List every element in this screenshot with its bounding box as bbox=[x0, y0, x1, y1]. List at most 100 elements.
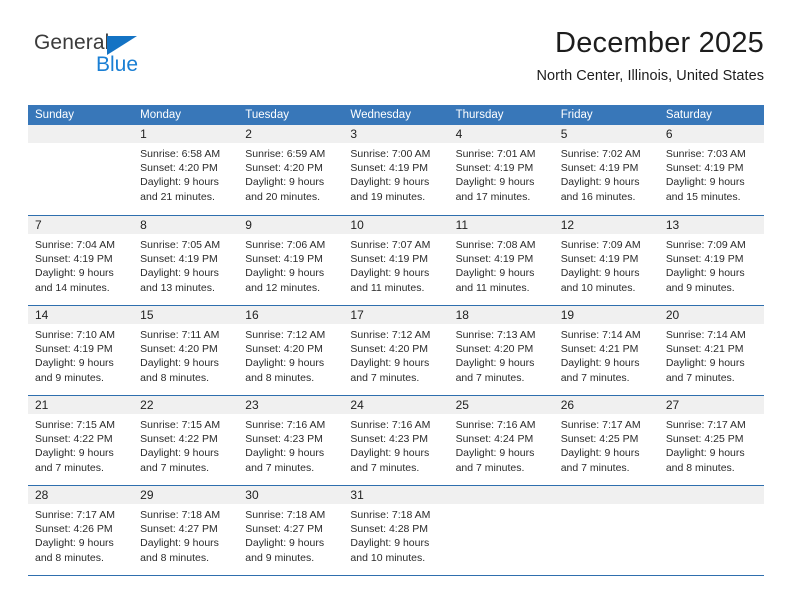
weekday-header-tuesday: Tuesday bbox=[245, 109, 289, 121]
daylight-text-line1: Daylight: 9 hours bbox=[35, 447, 114, 460]
daylight-text-line1: Daylight: 9 hours bbox=[350, 447, 430, 460]
day-number: 28 bbox=[28, 486, 134, 504]
sunrise-text: Sunrise: 7:10 AM bbox=[35, 329, 115, 341]
sunrise-text: Sunrise: 7:11 AM bbox=[140, 329, 220, 341]
calendar-day-cell[interactable]: 9 Sunrise: 7:06 AM Sunset: 4:19 PM Daylight… bbox=[238, 216, 344, 305]
daylight-text-line1: Daylight: 9 hours bbox=[560, 447, 640, 460]
page-subtitle: North Center, Illinois, United States bbox=[536, 68, 764, 84]
daylight-text-line1: Daylight: 9 hours bbox=[245, 176, 325, 189]
calendar-day-cell[interactable]: 18 Sunrise: 7:13 AM Sunset: 4:20 PM Dayligh… bbox=[448, 306, 554, 395]
calendar-day-cell[interactable]: 14 Sunrise: 7:10 AM Sunset: 4:19 PM Dayligh… bbox=[28, 306, 134, 395]
day-sun-info: Sunrise: 7:15 AM Sunset: 4:22 PM Daylight:… bbox=[133, 414, 238, 475]
calendar-day-cell[interactable]: 4 Sunrise: 7:01 AM Sunset: 4:19 PM Daylight… bbox=[448, 125, 554, 215]
sunset-text: Sunset: 4:19 PM bbox=[455, 253, 534, 266]
calendar-day-cell[interactable]: 26 Sunrise: 7:17 AM Sunset: 4:25 PM Dayligh… bbox=[553, 396, 659, 485]
day-sun-info: Sunrise: 7:16 AM Sunset: 4:23 PM Daylight:… bbox=[238, 414, 343, 475]
sunset-text: Sunset: 4:25 PM bbox=[665, 433, 744, 446]
calendar-day-cell[interactable]: 31 Sunrise: 7:18 AM Sunset: 4:28 PM Dayligh… bbox=[343, 486, 449, 575]
calendar-day-cell[interactable]: 12 Sunrise: 7:09 AM Sunset: 4:19 PM Dayligh… bbox=[553, 216, 659, 305]
calendar-day-cell[interactable]: 27 Sunrise: 7:17 AM Sunset: 4:25 PM Dayligh… bbox=[658, 396, 764, 485]
calendar-day-cell[interactable]: 17 Sunrise: 7:12 AM Sunset: 4:20 PM Dayligh… bbox=[343, 306, 449, 395]
daylight-text-line2: and 11 minutes. bbox=[350, 281, 425, 294]
daylight-text-line2: and 14 minutes. bbox=[35, 281, 110, 294]
sunset-text: Sunset: 4:19 PM bbox=[35, 343, 113, 356]
calendar-day-cell[interactable]: 29 Sunrise: 7:18 AM Sunset: 4:27 PM Dayligh… bbox=[133, 486, 239, 575]
day-number: 29 bbox=[133, 486, 239, 504]
sunrise-text: Sunrise: 7:16 AM bbox=[245, 419, 326, 431]
daylight-text-line2: and 20 minutes. bbox=[245, 190, 320, 203]
daylight-text-line1: Daylight: 9 hours bbox=[245, 267, 325, 280]
sunrise-text: Sunrise: 6:58 AM bbox=[140, 148, 221, 160]
daylight-text-line2: and 7 minutes. bbox=[350, 371, 420, 384]
calendar-day-cell[interactable]: 22 Sunrise: 7:15 AM Sunset: 4:22 PM Dayligh… bbox=[133, 396, 239, 485]
day-number: 3 bbox=[343, 125, 449, 143]
daylight-text-line2: and 7 minutes. bbox=[140, 461, 210, 474]
daylight-text-line2: and 10 minutes. bbox=[560, 281, 636, 294]
calendar-day-cell[interactable]: 23 Sunrise: 7:16 AM Sunset: 4:23 PM Dayligh… bbox=[238, 396, 344, 485]
calendar-week-row: 7 Sunrise: 7:04 AM Sunset: 4:19 PM Daylight… bbox=[28, 215, 764, 305]
sunset-text: Sunset: 4:20 PM bbox=[350, 343, 429, 356]
sunrise-text: Sunrise: 7:01 AM bbox=[455, 148, 536, 160]
sunset-text: Sunset: 4:19 PM bbox=[245, 253, 323, 266]
calendar-day-cell[interactable]: 19 Sunrise: 7:14 AM Sunset: 4:21 PM Dayligh… bbox=[553, 306, 659, 395]
sunset-text: Sunset: 4:25 PM bbox=[560, 433, 639, 446]
sunrise-text: Sunrise: 7:02 AM bbox=[560, 148, 641, 160]
day-number bbox=[658, 486, 764, 504]
calendar-day-cell[interactable]: 13 Sunrise: 7:09 AM Sunset: 4:19 PM Dayligh… bbox=[658, 216, 764, 305]
sunrise-text: Sunrise: 7:15 AM bbox=[35, 419, 115, 431]
calendar-day-cell[interactable]: 20 Sunrise: 7:14 AM Sunset: 4:21 PM Dayligh… bbox=[658, 306, 764, 395]
sunrise-text: Sunrise: 7:13 AM bbox=[455, 329, 536, 341]
sunset-text: Sunset: 4:20 PM bbox=[455, 343, 534, 356]
day-number: 18 bbox=[448, 306, 554, 324]
sunrise-text: Sunrise: 7:09 AM bbox=[560, 239, 641, 251]
calendar-day-cell[interactable]: 25 Sunrise: 7:16 AM Sunset: 4:24 PM Dayligh… bbox=[448, 396, 554, 485]
sunrise-text: Sunrise: 7:16 AM bbox=[455, 419, 536, 431]
calendar-day-cell[interactable]: 5 Sunrise: 7:02 AM Sunset: 4:19 PM Daylight… bbox=[553, 125, 659, 215]
sunset-text: Sunset: 4:22 PM bbox=[140, 433, 218, 446]
sunrise-text: Sunrise: 7:12 AM bbox=[350, 329, 431, 341]
daylight-text-line2: and 8 minutes. bbox=[665, 461, 735, 474]
day-number: 30 bbox=[238, 486, 344, 504]
calendar-day-cell[interactable]: 2 Sunrise: 6:59 AM Sunset: 4:20 PM Daylight… bbox=[238, 125, 344, 215]
calendar-day-cell[interactable]: 10 Sunrise: 7:07 AM Sunset: 4:19 PM Dayligh… bbox=[343, 216, 449, 305]
calendar-day-cell[interactable]: 28 Sunrise: 7:17 AM Sunset: 4:26 PM Dayligh… bbox=[28, 486, 134, 575]
generalblue-logo[interactable]: General Blue bbox=[34, 32, 224, 90]
day-sun-info: Sunrise: 6:59 AM Sunset: 4:20 PM Daylight:… bbox=[238, 143, 343, 204]
calendar-day-cell[interactable]: 8 Sunrise: 7:05 AM Sunset: 4:19 PM Daylight… bbox=[133, 216, 239, 305]
calendar-day-cell[interactable]: 15 Sunrise: 7:11 AM Sunset: 4:20 PM Dayligh… bbox=[133, 306, 239, 395]
daylight-text-line2: and 9 minutes. bbox=[35, 371, 104, 384]
calendar-grid: Sunday Monday Tuesday Wednesday Thursday Frid… bbox=[28, 105, 764, 576]
sunset-text: Sunset: 4:19 PM bbox=[350, 253, 429, 266]
calendar-day-cell[interactable]: 16 Sunrise: 7:12 AM Sunset: 4:20 PM Dayligh… bbox=[238, 306, 344, 395]
calendar-day-cell[interactable]: 30 Sunrise: 7:18 AM Sunset: 4:27 PM Dayligh… bbox=[238, 486, 344, 575]
calendar-day-cell[interactable]: 21 Sunrise: 7:15 AM Sunset: 4:22 PM Dayligh… bbox=[28, 396, 134, 485]
calendar-day-cell[interactable]: 1 Sunrise: 6:58 AM Sunset: 4:20 PM Daylight… bbox=[133, 125, 239, 215]
sunrise-text: Sunrise: 7:06 AM bbox=[245, 239, 326, 251]
calendar-week-row: 1 Sunrise: 6:58 AM Sunset: 4:20 PM Daylight… bbox=[28, 125, 764, 215]
weekday-header-wednesday: Wednesday bbox=[350, 109, 411, 121]
daylight-text-line2: and 8 minutes. bbox=[140, 371, 210, 384]
day-number bbox=[553, 486, 659, 504]
daylight-text-line1: Daylight: 9 hours bbox=[560, 267, 640, 280]
calendar-day-cell[interactable]: 7 Sunrise: 7:04 AM Sunset: 4:19 PM Daylight… bbox=[28, 216, 134, 305]
sunset-text: Sunset: 4:19 PM bbox=[560, 253, 639, 266]
logo-text-blue: Blue bbox=[96, 53, 139, 76]
calendar-day-cell[interactable]: 24 Sunrise: 7:16 AM Sunset: 4:23 PM Dayligh… bbox=[343, 396, 449, 485]
daylight-text-line1: Daylight: 9 hours bbox=[350, 537, 430, 550]
sunset-text: Sunset: 4:20 PM bbox=[245, 343, 323, 356]
day-sun-info: Sunrise: 7:06 AM Sunset: 4:19 PM Daylight:… bbox=[238, 234, 343, 295]
day-sun-info: Sunrise: 7:07 AM Sunset: 4:19 PM Daylight:… bbox=[343, 234, 448, 295]
calendar-day-cell[interactable]: 11 Sunrise: 7:08 AM Sunset: 4:19 PM Dayligh… bbox=[448, 216, 554, 305]
sunrise-text: Sunrise: 7:04 AM bbox=[35, 239, 115, 251]
daylight-text-line1: Daylight: 9 hours bbox=[350, 267, 430, 280]
calendar-day-cell[interactable]: 6 Sunrise: 7:03 AM Sunset: 4:19 PM Daylight… bbox=[658, 125, 764, 215]
calendar-day-cell-empty bbox=[658, 486, 764, 575]
daylight-text-line1: Daylight: 9 hours bbox=[35, 537, 114, 550]
daylight-text-line1: Daylight: 9 hours bbox=[665, 176, 745, 189]
calendar-day-cell[interactable]: 3 Sunrise: 7:00 AM Sunset: 4:19 PM Daylight… bbox=[343, 125, 449, 215]
day-sun-info: Sunrise: 7:03 AM Sunset: 4:19 PM Daylight:… bbox=[659, 143, 764, 204]
day-number: 19 bbox=[553, 306, 659, 324]
sunset-text: Sunset: 4:27 PM bbox=[245, 523, 323, 536]
calendar-day-cell-empty bbox=[28, 125, 134, 215]
calendar-page: General Blue December 2025 North Center,… bbox=[0, 0, 792, 612]
